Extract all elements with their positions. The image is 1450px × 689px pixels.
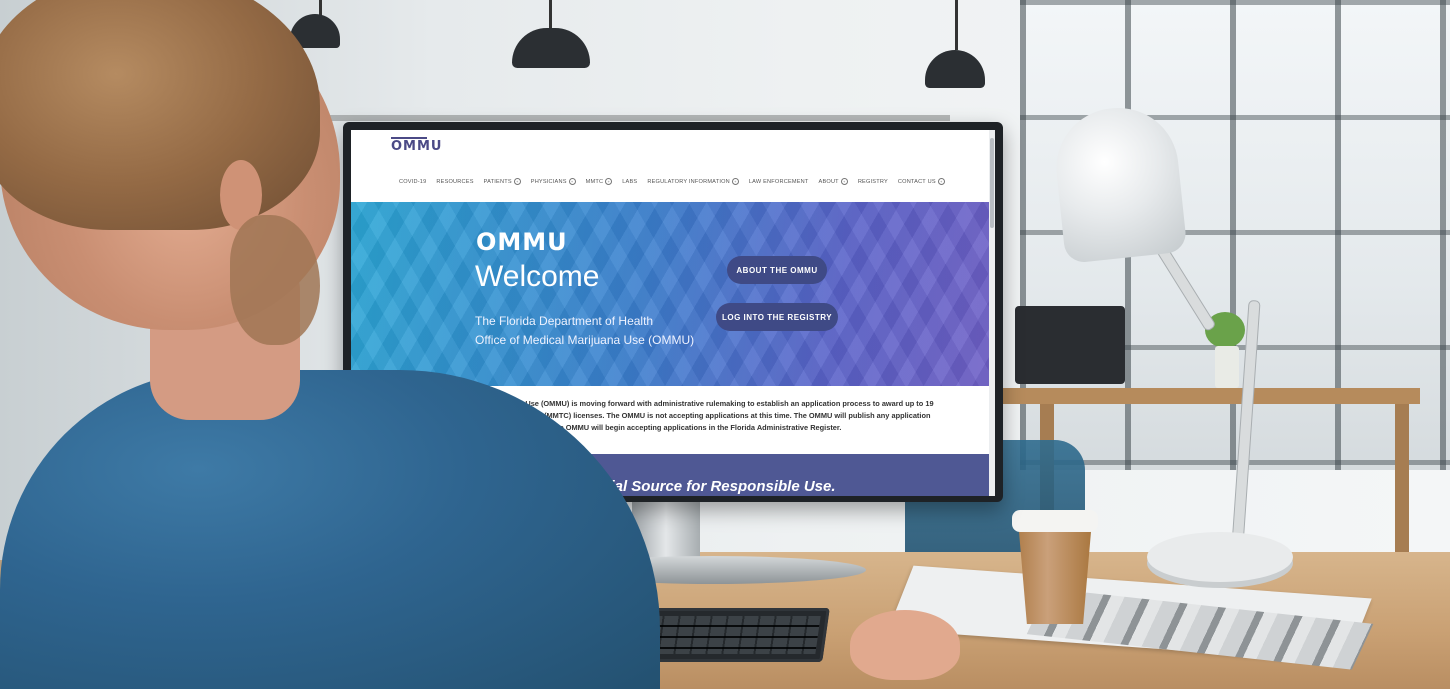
nav-item-label: MMTC bbox=[585, 178, 604, 185]
coffee-cup bbox=[1018, 520, 1092, 624]
nav-item-label: COVID-19 bbox=[399, 178, 427, 185]
coffee-cup-lid bbox=[1012, 510, 1098, 532]
nav-item-label: REGISTRY bbox=[857, 178, 888, 185]
hero-subtitle-office: Office of Medical Marijuana Use (OMMU) bbox=[475, 333, 695, 347]
nav-item-covid-19[interactable]: COVID-19 bbox=[399, 179, 426, 185]
person-hand bbox=[850, 610, 960, 680]
nav-item-label: RESOURCES bbox=[436, 178, 474, 185]
nav-item-label: REGULATORY INFORMATION bbox=[647, 178, 730, 185]
nav-item-label: PHYSICIANS bbox=[530, 178, 567, 185]
about-the-ommu-button[interactable]: ABOUT THE OMMU bbox=[727, 256, 827, 284]
nav-item-registry[interactable]: REGISTRY bbox=[858, 179, 888, 185]
log-into-registry-button[interactable]: LOG INTO THE REGISTRY bbox=[716, 303, 838, 331]
nav-item-labs[interactable]: LABS bbox=[622, 179, 637, 185]
office-photo-scene: OMMU COVID-19 RESOURCES PATIENTS + PHYSICIAN… bbox=[0, 0, 1450, 689]
expand-plus-icon[interactable]: + bbox=[937, 178, 945, 185]
site-logo[interactable]: OMMU bbox=[391, 137, 442, 154]
hero-logo: OMMU bbox=[476, 228, 568, 256]
nav-item-about[interactable]: ABOUT + bbox=[819, 178, 848, 185]
nav-item-label: PATIENTS bbox=[483, 178, 512, 185]
expand-plus-icon[interactable]: + bbox=[731, 178, 739, 185]
scrollbar-thumb[interactable] bbox=[990, 138, 994, 228]
nav-item-mmtc[interactable]: MMTC + bbox=[586, 178, 613, 185]
plant-pot bbox=[1215, 346, 1239, 388]
nav-item-regulatory-information[interactable]: REGULATORY INFORMATION + bbox=[647, 178, 739, 185]
hero-subtitle-department: The Florida Department of Health bbox=[475, 314, 654, 328]
nav-item-label: CONTACT US bbox=[897, 178, 936, 185]
expand-plus-icon[interactable]: + bbox=[605, 178, 613, 185]
pendant-cord bbox=[549, 0, 552, 30]
nav-item-physicians[interactable]: PHYSICIANS + bbox=[531, 178, 576, 185]
background-laptop bbox=[1015, 306, 1125, 384]
page-scrollbar[interactable] bbox=[989, 130, 995, 496]
pendant-cord bbox=[955, 0, 958, 50]
person-hair bbox=[0, 0, 320, 230]
nav-item-contact-us[interactable]: CONTACT US + bbox=[898, 178, 945, 185]
nav-item-label: LAW ENFORCEMENT bbox=[748, 178, 809, 185]
expand-plus-icon[interactable]: + bbox=[568, 178, 576, 185]
expand-plus-icon[interactable]: + bbox=[513, 178, 521, 185]
desk-lamp-base bbox=[1147, 532, 1293, 582]
nav-item-resources[interactable]: RESOURCES bbox=[436, 179, 473, 185]
wall-shelf bbox=[330, 115, 950, 121]
nav-item-law-enforcement[interactable]: LAW ENFORCEMENT bbox=[749, 179, 809, 185]
main-navigation: COVID-19 RESOURCES PATIENTS + PHYSICIANS + MMT… bbox=[399, 178, 945, 185]
hero-banner: OMMU Welcome The Florida Department of H… bbox=[351, 202, 995, 386]
nav-item-label: LABS bbox=[622, 178, 638, 185]
nav-item-patients[interactable]: PATIENTS + bbox=[484, 178, 521, 185]
site-header: OMMU COVID-19 RESOURCES PATIENTS + PHYSICIAN… bbox=[351, 130, 995, 202]
expand-plus-icon[interactable]: + bbox=[840, 178, 848, 185]
nav-item-label: ABOUT bbox=[818, 178, 839, 185]
hero-title: Welcome bbox=[475, 260, 600, 293]
desk-leg bbox=[1395, 404, 1409, 554]
background-desk bbox=[1000, 388, 1420, 404]
